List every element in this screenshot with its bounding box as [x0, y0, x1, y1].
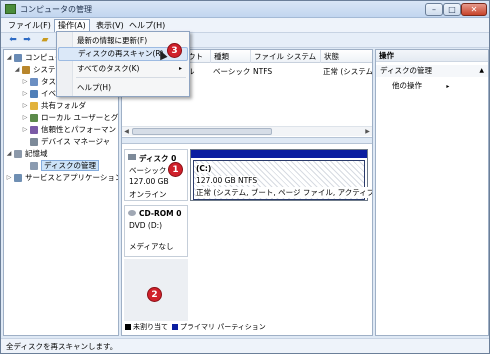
disk-management-icon [30, 162, 38, 170]
legend-swatch-unallocated [125, 324, 131, 330]
cdrom-0-media: メディアなし [129, 242, 174, 251]
back-arrow-icon[interactable]: ⬅ [7, 35, 19, 46]
users-icon [30, 114, 38, 122]
collapse-chevron-icon[interactable]: ▲ [479, 65, 484, 77]
scroll-right-icon[interactable]: ▶ [363, 127, 372, 136]
window-title: コンピュータの管理 [20, 5, 92, 14]
volume-cell-filesystem[interactable]: NTFS [250, 66, 320, 77]
callout-badge-3: 3 [167, 43, 182, 58]
expand-arrow-icon[interactable]: ◢ [13, 64, 21, 75]
expand-arrow-icon[interactable]: ◢ [5, 52, 13, 63]
volume-cell-type[interactable]: ベーシック [210, 66, 250, 77]
menu-separator [76, 77, 186, 78]
expand-arrow-icon[interactable]: ▷ [5, 172, 13, 183]
tree-item-label: システ [33, 65, 56, 74]
expand-arrow-icon[interactable]: ▷ [21, 100, 29, 111]
actions-other-label: 他の操作 [392, 81, 422, 90]
performance-icon [30, 126, 38, 134]
tree-item-label: 共有フォルダ [41, 101, 86, 110]
partition-c[interactable]: (C:) 127.00 GB NTFS 正常 (システム, ブート, ページ フ… [190, 149, 372, 201]
device-manager-icon [30, 138, 38, 146]
system-tools-icon [22, 66, 30, 74]
expand-arrow-icon[interactable]: ▷ [21, 124, 29, 135]
tree-item-label: 記憶域 [25, 149, 48, 158]
scroll-left-icon[interactable]: ◀ [122, 127, 131, 136]
callout-badge-1: 1 [168, 162, 183, 177]
title-bar: コンピュータの管理 – □ ✕ [1, 1, 489, 18]
expand-arrow-icon[interactable]: ▷ [21, 112, 29, 123]
tree-item-label: サービスとアプリケーション [25, 173, 119, 182]
primary-partition-bar [191, 150, 367, 158]
menu-item-label: ディスクの再スキャン(R) [78, 49, 164, 58]
actions-pane: 操作 ディスクの管理 ▲ 他の操作 ▸ [375, 49, 489, 336]
computer-icon [14, 54, 22, 62]
menu-file[interactable]: ファイル(F) [5, 19, 54, 32]
legend-swatch-primary [172, 324, 178, 330]
services-icon [14, 174, 22, 182]
submenu-arrow-icon: ▸ [178, 65, 182, 72]
menu-item-label: 最新の情報に更新(F) [77, 36, 148, 45]
computer-management-app-icon [5, 4, 16, 14]
computer-management-window: コンピュータの管理 – □ ✕ ファイル(F) 操作(A) 表示(V) ヘルプ(… [0, 0, 490, 354]
up-folder-icon[interactable]: ▰ [39, 35, 51, 46]
partition-c-size: 127.00 GB NTFS [196, 176, 258, 185]
expand-arrow-placeholder [21, 136, 29, 147]
actions-section-label: ディスクの管理 [380, 66, 432, 75]
cdrom-0-name: CD-ROM 0 [139, 209, 182, 218]
tree-item-label: 信頼性とパフォーマン [41, 125, 116, 134]
legend: 未割り当て プライマリ パーティション [122, 321, 372, 333]
status-bar: 全ディスクを再スキャンします。 [1, 338, 489, 353]
actions-header: 操作 [376, 50, 488, 62]
disk-0-type: ベーシック [129, 166, 167, 175]
maximize-button[interactable]: □ [443, 3, 461, 16]
tree-item-label: デバイス マネージャ [41, 137, 111, 146]
forward-arrow-icon[interactable]: ➡ [21, 35, 33, 46]
tree-item-label: ローカル ユーザーとグ [41, 113, 119, 122]
partition-c-status: 正常 (システム, ブート, ページ ファイル, アクティブ, [196, 187, 372, 198]
actions-section-disk-management[interactable]: ディスクの管理 ▲ [376, 65, 488, 77]
menu-item-label: すべてのタスク(K) [77, 64, 140, 73]
expand-arrow-placeholder [21, 160, 29, 171]
close-button[interactable]: ✕ [461, 3, 487, 16]
callout-badge-2: 2 [147, 287, 162, 302]
action-menu-dropdown: 最新の情報に更新(F) ディスクの再スキャン(R) すべてのタスク(K) ▸ ヘ… [56, 31, 190, 97]
task-scheduler-icon [30, 78, 38, 86]
column-header-filesystem[interactable]: ファイル システム [250, 50, 320, 63]
minimize-button[interactable]: – [425, 3, 443, 16]
tree-item-label: タス [41, 77, 56, 86]
pane-splitter[interactable] [122, 137, 372, 144]
cdrom-icon [128, 210, 136, 216]
cdrom-0-label[interactable]: CD-ROM 0 DVD (D:) メディアなし [124, 205, 188, 257]
column-header-type[interactable]: 種類 [210, 50, 250, 63]
partition-c-name: (C:) [196, 164, 212, 173]
disk-0-size: 127.00 GB [129, 177, 169, 186]
menu-item-all-tasks[interactable]: すべてのタスク(K) ▸ [58, 62, 188, 76]
column-header-status[interactable]: 状態 [320, 50, 372, 63]
expand-arrow-icon[interactable]: ▷ [21, 76, 29, 87]
disk-map: ディスク 0 ベーシック 127.00 GB オンライン (C:) 127.00… [122, 145, 372, 335]
shared-folder-icon [30, 102, 38, 110]
menu-item-label: ヘルプ(H) [77, 83, 111, 92]
menu-item-help[interactable]: ヘルプ(H) [58, 81, 188, 95]
volume-cell-status[interactable]: 正常 (システム [320, 66, 372, 77]
legend-unallocated: 未割り当て [133, 323, 168, 331]
horizontal-scrollbar[interactable]: ◀ ▶ [122, 126, 372, 136]
expand-arrow-icon[interactable]: ▷ [21, 88, 29, 99]
cdrom-0-drive: DVD (D:) [129, 221, 163, 230]
disk-0-status: オンライン [129, 190, 167, 199]
scrollbar-thumb[interactable] [132, 128, 272, 135]
submenu-arrow-icon: ▸ [446, 83, 450, 90]
legend-primary: プライマリ パーティション [180, 323, 266, 331]
event-viewer-icon [30, 90, 38, 98]
tree-item-label: イベ [41, 89, 56, 98]
tree-item-label: ディスクの管理 [41, 160, 99, 171]
storage-icon [14, 150, 22, 158]
cdrom-0-area[interactable] [190, 205, 368, 257]
disk-icon [128, 154, 136, 160]
expand-arrow-icon[interactable]: ◢ [5, 148, 13, 159]
actions-other-operations[interactable]: 他の操作 ▸ [392, 80, 449, 91]
